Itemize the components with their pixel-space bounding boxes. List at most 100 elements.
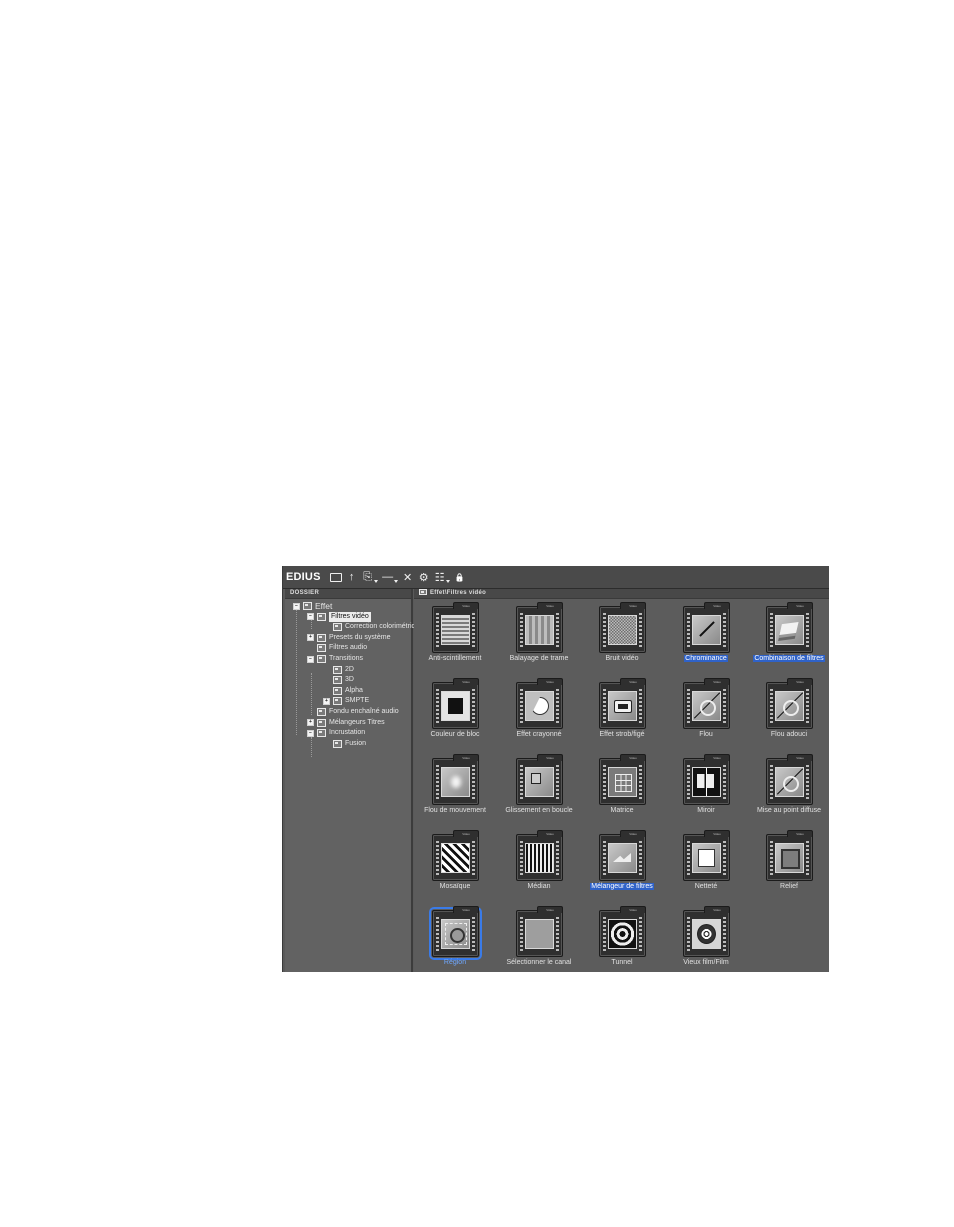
effect-icon: Video: [516, 830, 563, 881]
effect-tab-label: Video: [704, 830, 730, 837]
folder-icon: [333, 676, 342, 685]
effect-tile[interactable]: Video Médian: [498, 830, 580, 904]
tree-item-label: Filtres vidéo: [329, 611, 371, 622]
tree-item[interactable]: − Incrustation: [307, 728, 365, 738]
effect-label-text: Balayage de trame: [509, 655, 569, 662]
effects-path: Effet\Filtres vidéo: [430, 590, 487, 596]
effect-icon: Video: [432, 754, 479, 805]
effect-tile[interactable]: Video Anti-scintillement: [414, 602, 496, 676]
effect-label: Chrominance: [661, 654, 751, 663]
tree-item[interactable]: − Effet: [293, 601, 332, 611]
expand-icon[interactable]: +: [307, 634, 314, 642]
tree-item[interactable]: Correction colorimétrique: [323, 622, 423, 632]
collapse-icon[interactable]: −: [293, 602, 300, 610]
effect-tile[interactable]: Video Matrice: [581, 754, 663, 828]
tree-item[interactable]: 2D: [323, 665, 354, 675]
effect-tile[interactable]: Video Miroir: [665, 754, 747, 828]
effect-label-text: Tunnel: [611, 959, 633, 966]
effect-thumbnail: [608, 919, 637, 949]
effect-label-text: Mosaïque: [439, 883, 471, 890]
effect-tile[interactable]: Video Flou: [665, 678, 747, 752]
copy-button[interactable]: ⎘: [361, 569, 378, 585]
effect-thumbnail: [775, 615, 804, 645]
tree-item-label: 3D: [345, 676, 354, 684]
up-folder-button[interactable]: ↑: [345, 569, 359, 585]
folder-icon: [333, 623, 342, 632]
new-folder-button[interactable]: [329, 569, 343, 585]
close-icon: ✕: [403, 571, 413, 584]
effect-tile[interactable]: Video Mise au point diffuse: [748, 754, 830, 828]
expand-icon[interactable]: +: [323, 697, 330, 705]
tree-item[interactable]: + Presets du système: [307, 633, 390, 643]
folder-pane: DOSSIER − Effet − Filtres vidéo Correction c…: [285, 589, 423, 972]
effect-icon: Video: [599, 906, 646, 957]
effect-thumbnail: [441, 919, 470, 949]
effect-thumbnail: [441, 767, 470, 797]
effect-tile[interactable]: Video Glissement en boucle: [498, 754, 580, 828]
effect-tile[interactable]: Video Effet strob/figé: [581, 678, 663, 752]
collapse-icon[interactable]: −: [307, 613, 314, 621]
effect-tile[interactable]: Video Mélangeur de filtres: [581, 830, 663, 904]
effect-tab-label: Video: [453, 830, 479, 837]
effect-label-text: Chrominance: [684, 655, 728, 662]
effect-label: Flou adouci: [744, 730, 834, 739]
tree-item[interactable]: Alpha: [323, 686, 363, 696]
effect-tile[interactable]: Video Netteté: [665, 830, 747, 904]
effect-tile[interactable]: Video Effet crayonné: [498, 678, 580, 752]
app-logo: EDIUS: [286, 571, 321, 583]
minus-button[interactable]: —: [381, 569, 398, 585]
tree-item[interactable]: 3D: [323, 675, 354, 685]
effect-tile[interactable]: Video Relief: [748, 830, 830, 904]
effect-icon: Video: [683, 906, 730, 957]
tree-item[interactable]: Filtres audio: [307, 643, 367, 653]
effect-tile[interactable]: Video Mosaïque: [414, 830, 496, 904]
effect-tile[interactable]: Video Balayage de trame: [498, 602, 580, 676]
effect-label: Effet strob/figé: [577, 730, 667, 739]
effect-tile[interactable]: Video Bruit vidéo: [581, 602, 663, 676]
tree-item[interactable]: Fusion: [323, 739, 366, 749]
effect-tile[interactable]: Video Tunnel: [581, 906, 663, 980]
effect-tile[interactable]: Video Région: [414, 906, 496, 980]
effect-tab-label: Video: [453, 754, 479, 761]
effect-label: Bruit vidéo: [577, 654, 667, 663]
effect-label-text: Netteté: [694, 883, 718, 890]
collapse-icon[interactable]: −: [307, 729, 314, 737]
effect-tile[interactable]: Video Flou de mouvement: [414, 754, 496, 828]
effect-tile[interactable]: Video Sélectionner le canal: [498, 906, 580, 980]
effect-tile[interactable]: Video Vieux film/Film: [665, 906, 747, 980]
folder-icon: [317, 708, 326, 716]
tree-item[interactable]: + SMPTE: [323, 696, 369, 706]
effect-tab-label: Video: [620, 602, 646, 609]
effect-label: Couleur de bloc: [410, 730, 500, 739]
effect-icon: Video: [432, 830, 479, 881]
expand-icon[interactable]: +: [307, 719, 314, 727]
effect-tile[interactable]: Video Flou adouci: [748, 678, 830, 752]
effect-tab-label: Video: [453, 906, 479, 913]
effect-tab-label: Video: [787, 602, 813, 609]
effect-icon: Video: [429, 906, 482, 960]
effect-tab-label: Video: [620, 754, 646, 761]
copy-icon: ⎘: [363, 570, 373, 583]
effect-label-text: Relief: [780, 883, 798, 890]
effect-thumbnail: [692, 691, 721, 721]
effect-label: Netteté: [661, 882, 751, 891]
effect-icon: Video: [766, 602, 813, 653]
folder-icon: [317, 612, 326, 621]
effect-tile[interactable]: Video Combinaison de filtres: [748, 602, 830, 676]
tree-item[interactable]: − Transitions: [307, 654, 363, 664]
tree-item[interactable]: Fondu enchaîné audio: [307, 707, 399, 717]
tree-item[interactable]: − Filtres vidéo: [307, 611, 371, 622]
view-button[interactable]: ☷: [433, 569, 450, 585]
effect-label-text: Flou: [699, 731, 713, 738]
effect-label: Balayage de trame: [494, 654, 584, 663]
collapse-icon[interactable]: −: [307, 655, 314, 663]
effect-icon: Video: [516, 754, 563, 805]
effect-tile[interactable]: Video Chrominance: [665, 602, 747, 676]
settings-button[interactable]: ⚙: [417, 569, 431, 585]
lock-button[interactable]: 🔒: [453, 569, 467, 585]
delete-button[interactable]: ✕: [401, 569, 415, 585]
effect-tile[interactable]: Video Couleur de bloc: [414, 678, 496, 752]
tree-item[interactable]: + Mélangeurs Titres: [307, 718, 385, 728]
effect-icon: Video: [683, 830, 730, 881]
tree-item-label: Presets du système: [329, 633, 391, 641]
